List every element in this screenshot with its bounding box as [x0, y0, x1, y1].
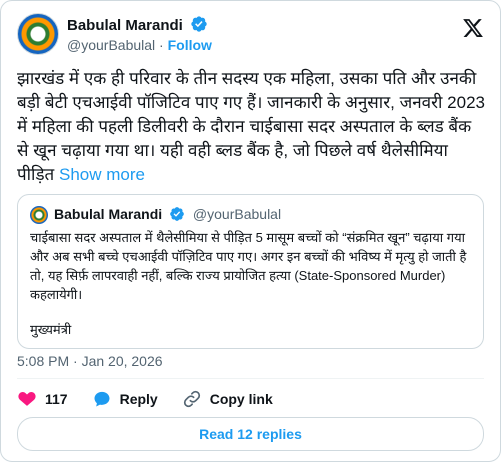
author-name[interactable]: Babulal Marandi — [67, 17, 183, 34]
follow-button[interactable]: Follow — [168, 37, 212, 53]
like-count: 117 — [45, 391, 68, 407]
link-icon — [183, 390, 200, 408]
author-handle[interactable]: @yourBabulal — [67, 37, 155, 53]
reply-label: Reply — [119, 391, 158, 407]
quoted-author-name: Babulal Marandi — [54, 206, 163, 222]
tweet-timestamp[interactable]: 5:08 PM · Jan 20, 2026 — [17, 353, 163, 369]
reply-button[interactable]: Reply — [92, 389, 158, 409]
read-replies-button[interactable]: Read 12 replies — [17, 417, 484, 451]
quoted-tweet[interactable]: Babulal Marandi @yourBabulal चाईबासा सदर… — [17, 194, 484, 349]
quoted-signature: मुख्यमंत्री — [30, 322, 72, 337]
verified-badge-icon — [191, 16, 207, 32]
divider — [17, 378, 484, 379]
copy-link-label: Copy link — [209, 391, 273, 407]
quoted-author-handle: @yourBabulal — [192, 206, 282, 222]
copy-link-button[interactable]: Copy link — [182, 389, 273, 409]
quoted-text: चाईबासा सदर अस्पताल में थैलेसीमिया से पी… — [30, 230, 467, 302]
heart-icon — [18, 392, 36, 406]
action-bar: 117 Reply Copy link — [17, 389, 297, 409]
show-more-link[interactable]: Show more — [59, 165, 145, 184]
author-handle-line: @yourBabulal · Follow — [67, 37, 212, 53]
verified-badge-icon — [170, 207, 184, 221]
author-name-line[interactable]: Babulal Marandi — [67, 15, 208, 34]
separator-dot: · — [159, 37, 164, 53]
tweet-header: Babulal Marandi @yourBabulal · Follow — [17, 11, 484, 61]
avatar[interactable] — [17, 13, 59, 55]
quoted-avatar — [30, 206, 48, 224]
tweet-text: झारखंड में एक ही परिवार के तीन सदस्य एक … — [17, 67, 487, 187]
reply-icon — [94, 391, 110, 407]
tweet-card: Babulal Marandi @yourBabulal · Follow झा… — [0, 0, 501, 462]
like-button[interactable]: 117 — [17, 389, 68, 409]
quoted-header: Babulal Marandi @yourBabulal — [54, 206, 281, 222]
x-logo-icon[interactable] — [462, 17, 484, 39]
